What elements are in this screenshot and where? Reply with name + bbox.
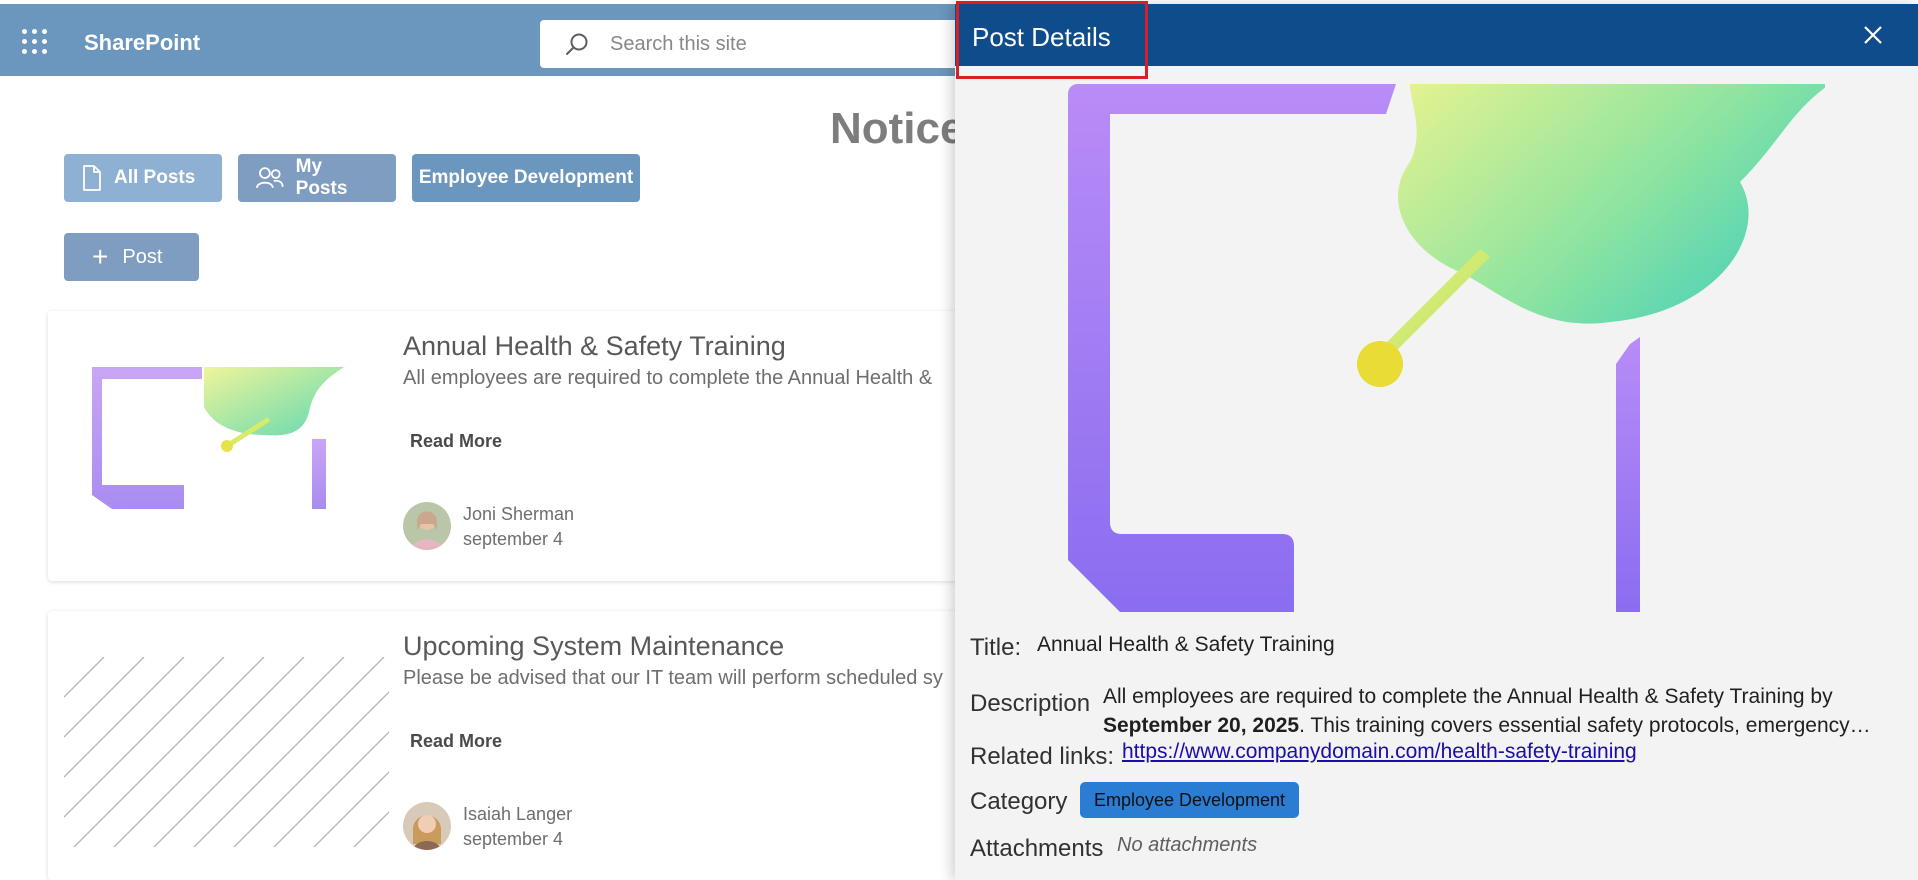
new-post-button[interactable]: + Post — [64, 233, 199, 281]
post-card[interactable]: Annual Health & Safety Training All empl… — [48, 311, 1048, 581]
post-date: september 4 — [463, 529, 564, 549]
related-link[interactable]: https://www.companydomain.com/health-saf… — [1122, 740, 1637, 764]
app-launcher-icon[interactable] — [22, 29, 48, 55]
post-title[interactable]: Upcoming System Maintenance — [403, 631, 784, 662]
description-deadline: September 20, 2025 — [1103, 714, 1300, 737]
description-label: Description — [970, 690, 1091, 717]
attachments-value: No attachments — [1117, 834, 1258, 856]
read-more-link[interactable]: Read More — [410, 731, 502, 752]
description-rest: . This training covers essential safety … — [1299, 714, 1871, 737]
my-posts-label: My Posts — [295, 156, 348, 199]
post-description: All employees are required to complete t… — [403, 367, 933, 389]
plus-icon: + — [92, 241, 109, 272]
author-name: Joni Sherman — [463, 504, 575, 524]
attachments-label: Attachments — [970, 835, 1104, 862]
avatar — [403, 802, 451, 850]
avatar — [403, 502, 451, 550]
category-label: Category — [970, 788, 1068, 815]
title-value: Annual Health & Safety Training — [1037, 633, 1335, 656]
all-posts-label: All Posts — [114, 167, 196, 188]
related-links-label: Related links: — [970, 743, 1115, 770]
search-icon — [566, 33, 588, 55]
search-input[interactable] — [610, 28, 1010, 60]
panel-header: Post Details — [955, 4, 1918, 66]
title-label: Title: — [970, 634, 1022, 661]
document-icon — [83, 165, 101, 191]
my-posts-button[interactable]: My Posts — [238, 154, 396, 202]
people-icon — [256, 167, 284, 189]
post-date: september 4 — [463, 829, 564, 849]
post-title[interactable]: Annual Health & Safety Training — [403, 331, 786, 362]
post-description: Please be advised that our IT team will … — [403, 667, 943, 689]
description-line-1: All employees are required to complete t… — [1103, 685, 1833, 708]
app-name[interactable]: SharePoint — [84, 30, 200, 56]
description-line-2: September 20, 2025. This training covers… — [1103, 714, 1871, 738]
panel-title: Post Details — [972, 22, 1111, 52]
post-thumbnail — [92, 367, 344, 509]
read-more-link[interactable]: Read More — [410, 431, 502, 452]
page-title: Notice — [830, 104, 965, 153]
employee-development-filter-button[interactable]: Employee Development — [412, 154, 640, 202]
post-card[interactable]: Upcoming System Maintenance Please be ad… — [48, 611, 1048, 880]
all-posts-button[interactable]: All Posts — [64, 154, 222, 202]
close-icon[interactable] — [1858, 20, 1888, 50]
post-hero-image — [1068, 84, 1825, 612]
new-post-label: Post — [122, 245, 163, 268]
post-details-panel: Post Details Title: Annual Health & Safe… — [955, 4, 1918, 880]
post-thumbnail-placeholder — [64, 657, 389, 847]
author-name: Isaiah Langer — [463, 804, 573, 824]
employee-development-label: Employee Development — [418, 167, 634, 188]
category-chip[interactable]: Employee Development — [1080, 782, 1299, 818]
